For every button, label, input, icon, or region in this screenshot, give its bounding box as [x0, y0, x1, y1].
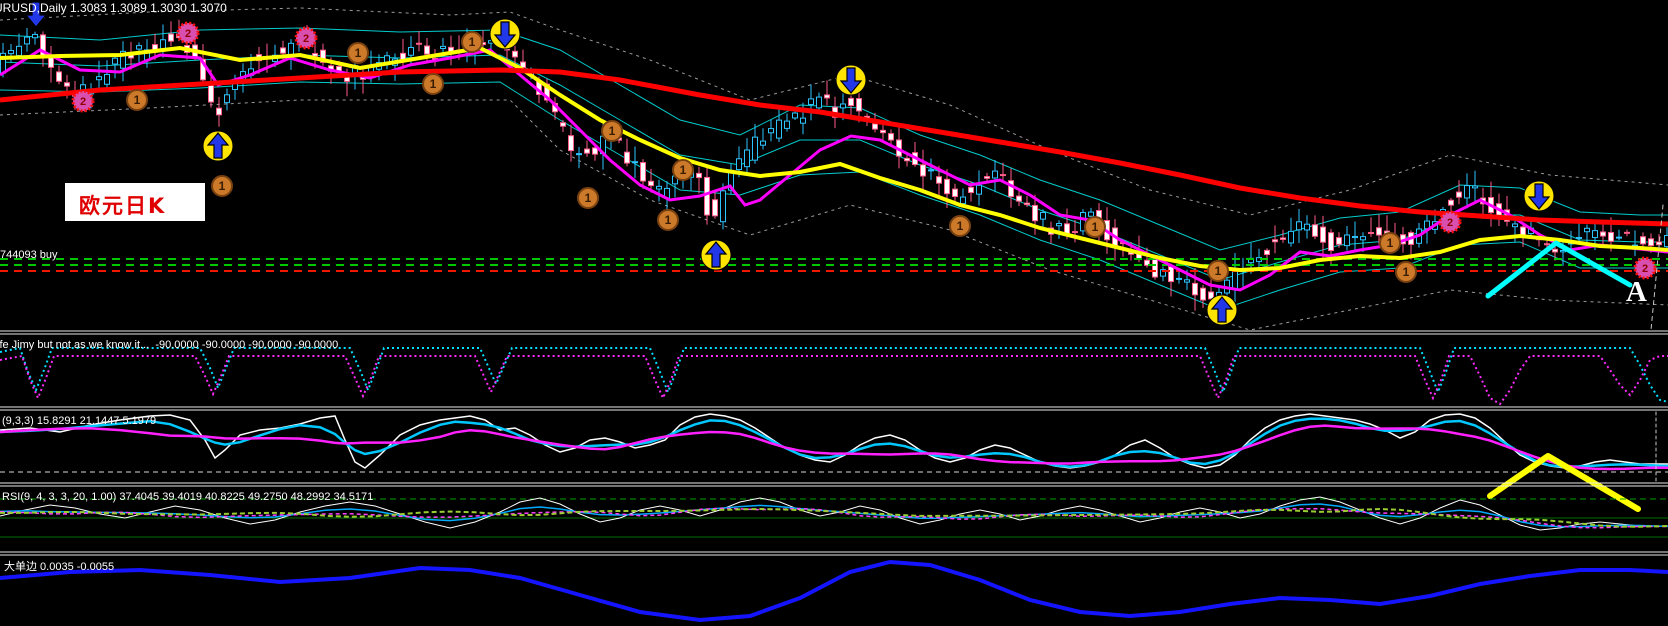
orange-signal-marker: 1: [949, 215, 971, 237]
svg-text:2: 2: [80, 96, 86, 108]
chart-comment-text: 欧元日K: [79, 194, 167, 218]
indicator-label-stochastic: (9,3,3) 15.8291 21.1447 5.1979: [2, 415, 157, 427]
orange-signal-marker: 1: [672, 159, 694, 181]
buy-arrow-icon: [1206, 294, 1238, 326]
indicator-label-jimy: ife Jimy but not as we know it... -90.00…: [0, 339, 339, 351]
orange-signal-marker: 1: [1084, 216, 1106, 238]
indicator-label-rsi: RSI(9, 4, 3, 3, 20, 1.00) 37.4045 39.401…: [2, 491, 374, 503]
spiky-signal-marker: 2: [176, 21, 200, 45]
svg-text:1: 1: [680, 163, 687, 177]
orange-signal-marker: 1: [601, 120, 623, 142]
svg-text:2: 2: [303, 33, 309, 45]
orange-signal-marker: 1: [1379, 232, 1401, 254]
sell-arrow-icon: [835, 64, 867, 96]
chart-comment-box: 欧元日K: [65, 183, 205, 221]
svg-text:1: 1: [430, 77, 437, 91]
svg-text:1: 1: [585, 191, 592, 205]
svg-text:1: 1: [355, 46, 362, 60]
svg-text:1: 1: [219, 179, 226, 193]
spiky-signal-marker: 2: [294, 26, 318, 50]
chart-canvas[interactable]: 2 2 2 2 2 1 1 1 1 1 1 1 1 1 1 1 1 1 1: [0, 0, 1668, 626]
svg-text:1: 1: [134, 93, 141, 107]
spiky-signal-marker: 2: [1438, 210, 1462, 234]
orange-signal-marker: 1: [461, 31, 483, 53]
svg-text:1: 1: [1092, 220, 1099, 234]
orange-signal-marker: 1: [126, 89, 148, 111]
buy-arrow-icon: [202, 130, 234, 162]
orange-signal-marker: 1: [347, 42, 369, 64]
svg-text:1: 1: [665, 213, 672, 227]
svg-text:2: 2: [1642, 263, 1648, 275]
orange-signal-marker: 1: [657, 209, 679, 231]
svg-text:1: 1: [469, 35, 476, 49]
svg-text:1: 1: [1215, 264, 1222, 278]
orange-signal-marker: 1: [1207, 260, 1229, 282]
indicator-label-wave: 大单边 0.0035 -0.0055: [4, 561, 115, 573]
svg-text:1: 1: [1403, 265, 1410, 279]
sell-arrow-icon: [1523, 180, 1555, 212]
svg-text:1: 1: [957, 219, 964, 233]
order-line-label: 744093 buy: [0, 249, 58, 261]
buy-arrow-icon: [700, 239, 732, 271]
svg-text:1: 1: [609, 124, 616, 138]
orange-signal-marker: 1: [422, 73, 444, 95]
chart-title: EURUSD,Daily 1.3083 1.3089 1.3030 1.3070: [0, 1, 227, 15]
orange-signal-marker: 1: [577, 187, 599, 209]
svg-text:2: 2: [1447, 217, 1453, 229]
orange-signal-marker: 1: [1395, 261, 1417, 283]
sell-arrow-icon: [489, 18, 521, 50]
mt4-chart-window: 2 2 2 2 2 1 1 1 1 1 1 1 1 1 1 1 1 1 1 EURUSD,Daily 1.3083 …: [0, 0, 1668, 626]
spiky-signal-marker: 2: [71, 89, 95, 113]
spiky-signal-marker: 2: [1633, 256, 1657, 280]
orange-signal-marker: 1: [211, 175, 233, 197]
wave-point-a-label: A: [1626, 276, 1647, 308]
svg-text:1: 1: [1387, 236, 1394, 250]
svg-text:2: 2: [185, 28, 191, 40]
